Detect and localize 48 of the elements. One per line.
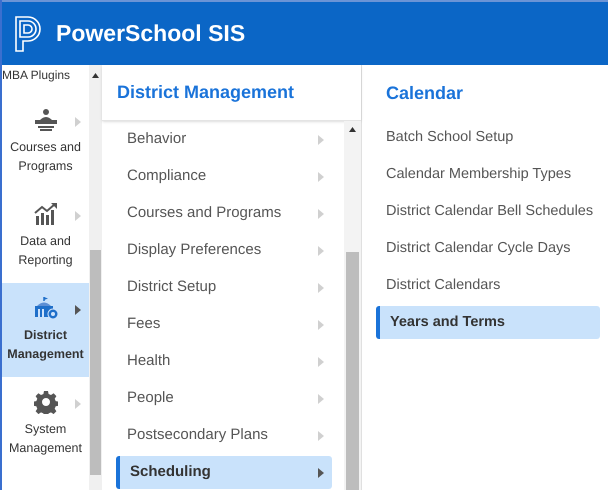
menu-item[interactable]: Display Preferences xyxy=(116,234,332,267)
rail-item[interactable]: Courses and Programs xyxy=(2,95,89,189)
menu-item[interactable]: Behavior xyxy=(116,123,332,156)
scrollbar[interactable] xyxy=(344,121,361,490)
submenu-title: Calendar xyxy=(386,82,464,104)
menu-item[interactable]: Compliance xyxy=(116,160,332,193)
scroll-up-icon[interactable] xyxy=(349,127,356,132)
menu-item[interactable]: People xyxy=(116,382,332,415)
caret-icon xyxy=(318,394,324,404)
logo-icon xyxy=(14,14,44,52)
caret-icon xyxy=(318,468,324,478)
teacher-icon xyxy=(32,108,58,132)
rail-item[interactable]: Data and Reporting xyxy=(2,189,89,283)
rail-item[interactable]: MBA Plugins xyxy=(2,65,89,95)
submenu-item[interactable]: Years and Terms xyxy=(376,306,600,339)
chart-icon xyxy=(32,202,58,226)
menu-title: District Management xyxy=(117,81,294,104)
rail-item[interactable]: District Management xyxy=(2,283,89,377)
submenu-item[interactable]: District Calendar Cycle Days xyxy=(376,232,600,265)
caret-icon xyxy=(318,172,324,182)
scrollbar-thumb[interactable] xyxy=(90,250,101,475)
caret-icon xyxy=(318,356,324,366)
submenu-item[interactable]: Batch School Setup xyxy=(376,121,600,154)
caret-icon xyxy=(318,282,324,292)
caret-icon xyxy=(75,117,81,127)
caret-icon xyxy=(75,211,81,221)
gear-icon xyxy=(34,390,58,414)
caret-icon xyxy=(318,246,324,256)
scroll-up-icon[interactable] xyxy=(92,73,99,78)
rail-item[interactable]: System Management xyxy=(2,377,89,471)
caret-icon xyxy=(318,208,324,218)
menu-item[interactable]: Health xyxy=(116,345,332,378)
submenu-item[interactable]: District Calendars xyxy=(376,269,600,302)
caret-icon xyxy=(318,134,324,144)
caret-icon xyxy=(318,430,324,440)
submenu-item[interactable]: Calendar Membership Types xyxy=(376,158,600,191)
caret-icon xyxy=(75,399,81,409)
menu-item[interactable]: Courses and Programs xyxy=(116,197,332,230)
submenu-item[interactable]: District Calendar Bell Schedules xyxy=(376,195,600,228)
menu-item[interactable]: Postsecondary Plans xyxy=(116,419,332,452)
scrollbar-thumb[interactable] xyxy=(346,252,359,490)
caret-icon xyxy=(318,320,324,330)
scrollbar[interactable] xyxy=(89,65,102,490)
menu-item[interactable]: District Setup xyxy=(116,271,332,304)
menu-item[interactable]: Fees xyxy=(116,308,332,341)
menu-item[interactable]: Scheduling xyxy=(116,456,332,489)
caret-icon xyxy=(75,305,81,315)
app-title: PowerSchool SIS xyxy=(56,19,246,48)
